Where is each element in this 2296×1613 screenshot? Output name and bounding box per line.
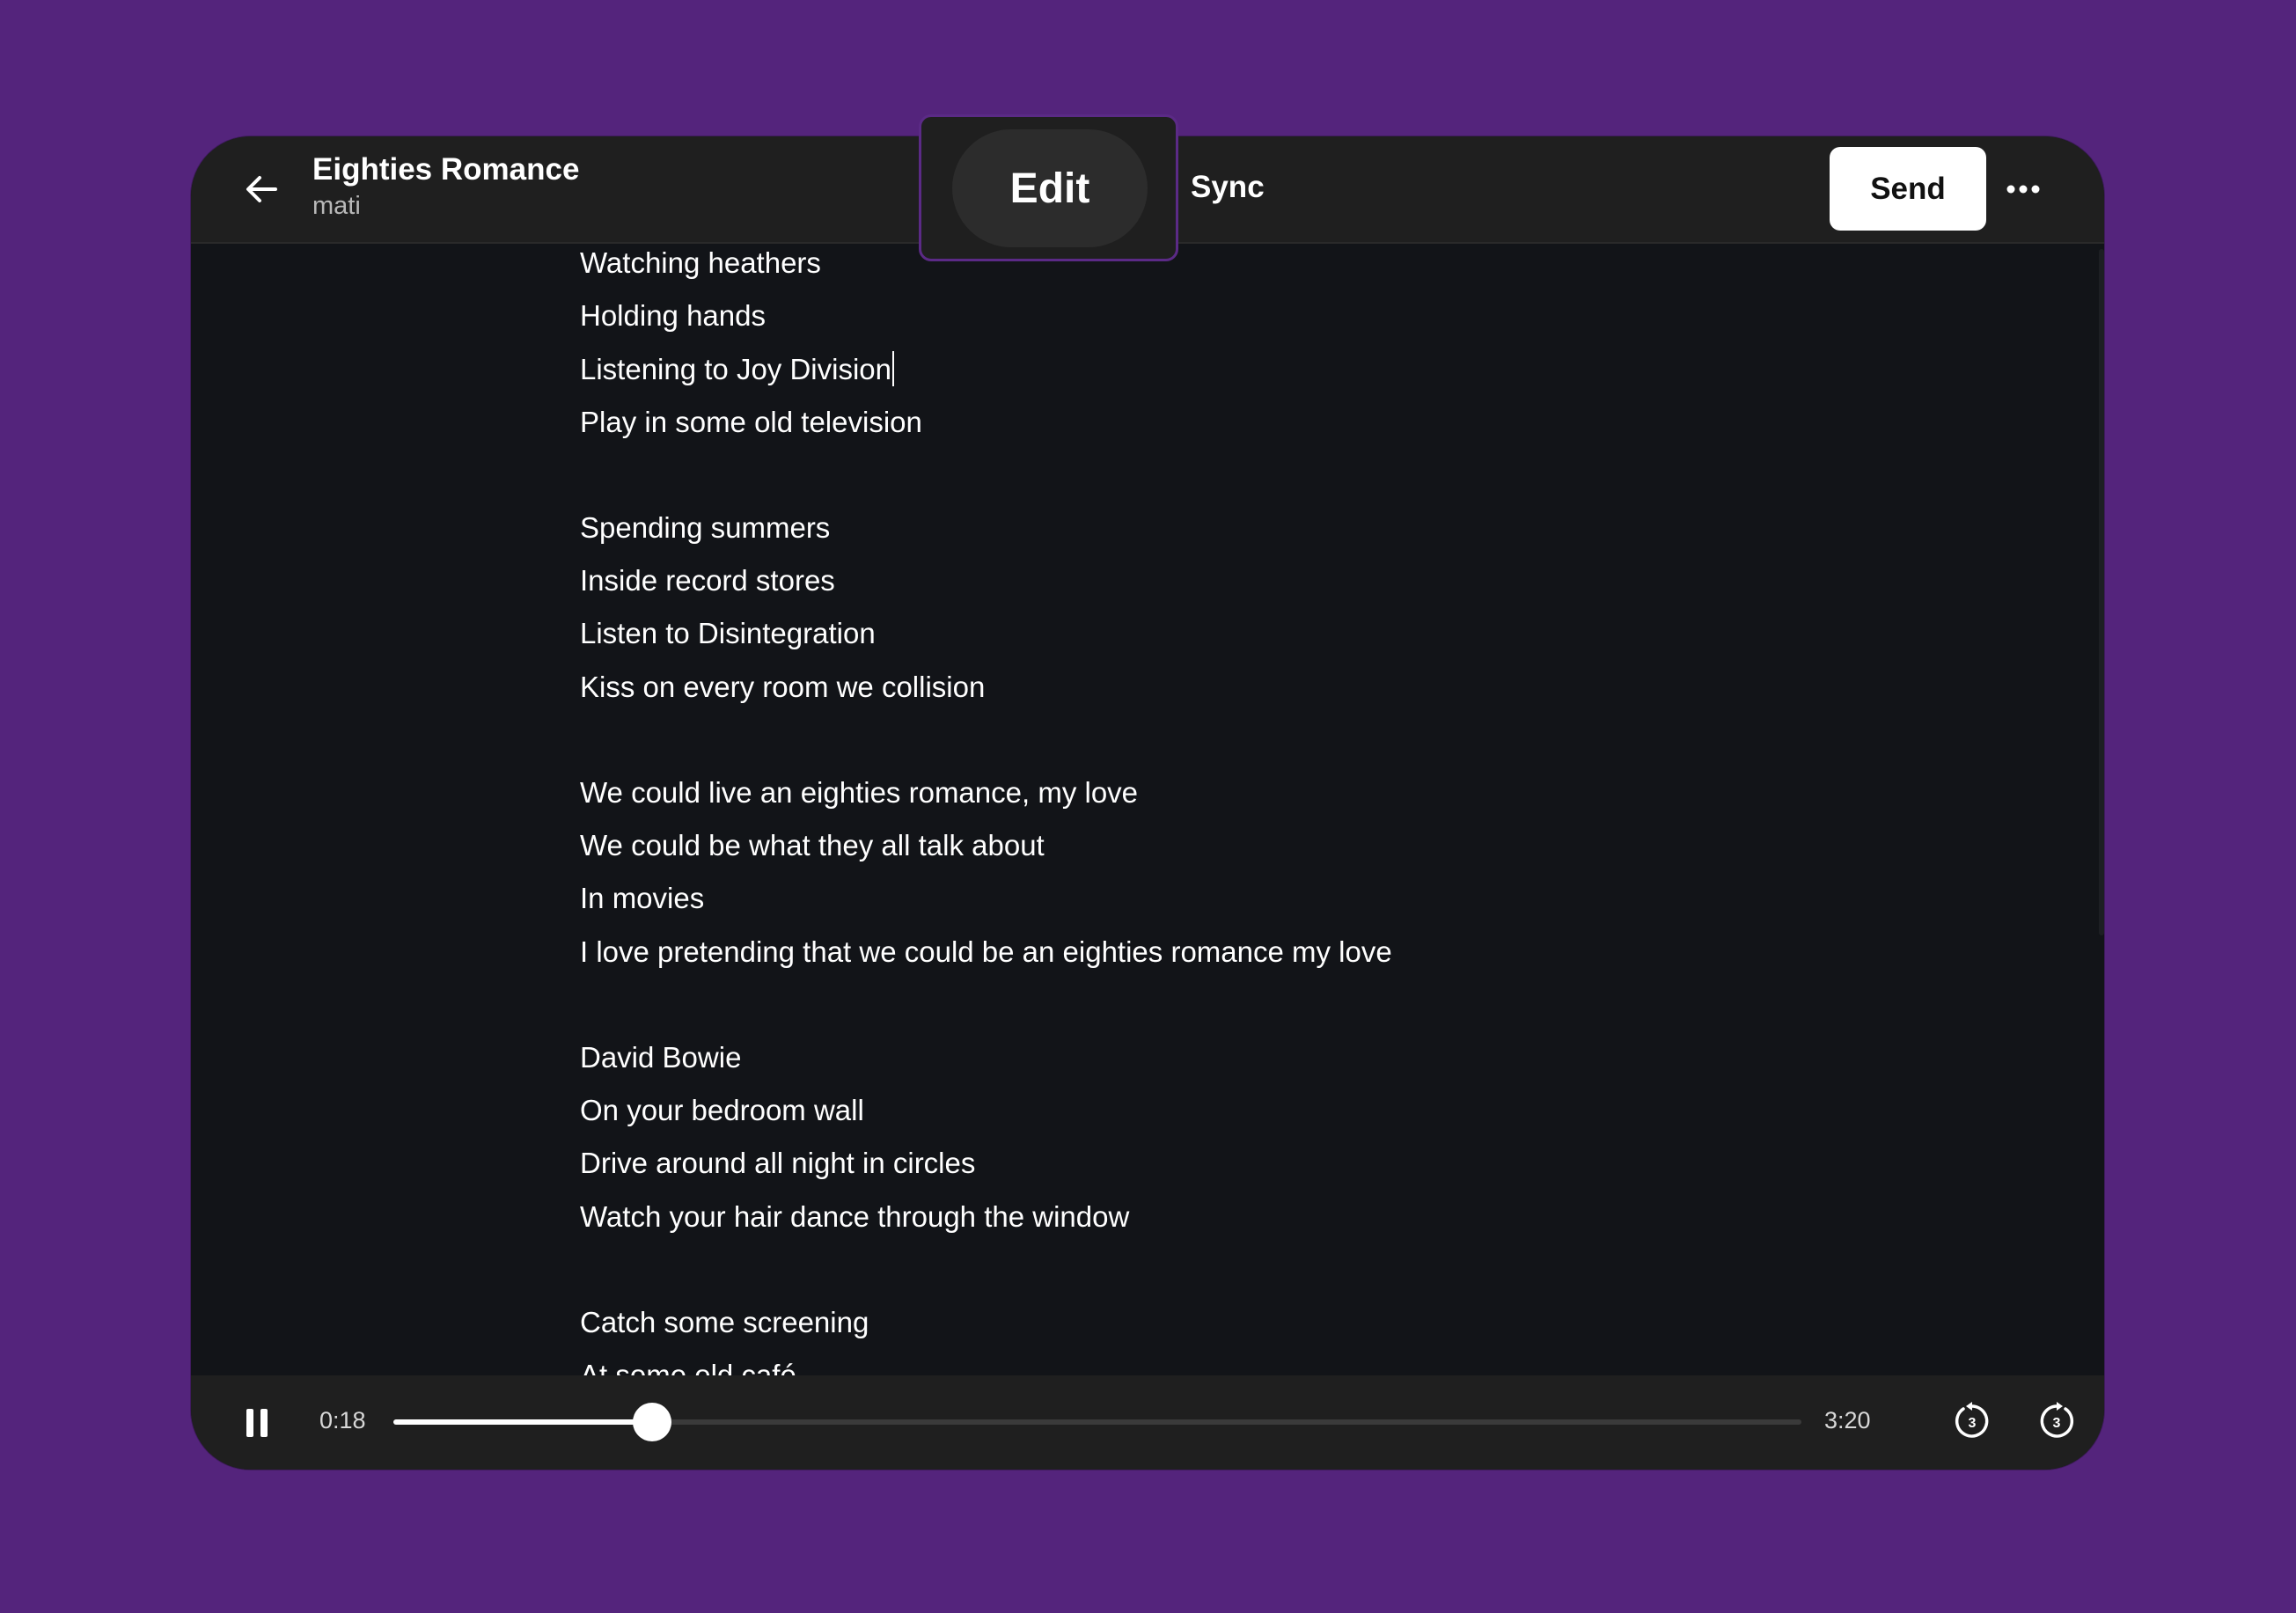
lyric-line[interactable]: On your bedroom wall — [580, 1093, 864, 1128]
lyric-text: We could be what they all talk about — [580, 829, 1045, 862]
lyric-line[interactable]: We could be what they all talk about — [580, 828, 1045, 863]
send-button[interactable]: Send — [1830, 147, 1986, 231]
lyric-text: Watch your hair dance through the window — [580, 1199, 1130, 1233]
rewind-3-seconds-icon: 3 — [1955, 1402, 1989, 1438]
lyric-text: On your bedroom wall — [580, 1094, 864, 1127]
back-button[interactable] — [233, 161, 290, 217]
audio-player: 0:18 3:20 3 3 — [191, 1375, 2104, 1470]
lyric-text: We could live an eighties romance, my lo… — [580, 776, 1139, 809]
forward-seconds-label: 3 — [2053, 1416, 2061, 1431]
lyric-text: In movies — [580, 882, 705, 915]
total-time: 3:20 — [1824, 1407, 1871, 1433]
progress-fill — [393, 1419, 652, 1425]
text-cursor — [892, 351, 895, 387]
current-time: 0:18 — [319, 1407, 366, 1433]
song-title: Eighties Romance — [312, 152, 580, 187]
lyric-line[interactable]: Play in some old television — [580, 405, 922, 440]
lyrics-editor[interactable]: Watching heathers Holding hands Listening … — [580, 244, 1988, 1470]
edit-tab-popup: Edit — [919, 114, 1178, 261]
lyric-line[interactable]: Listen to Disintegration — [580, 616, 876, 651]
tab-edit[interactable]: Edit — [952, 129, 1148, 247]
more-horizontal-icon — [2006, 185, 2040, 194]
lyric-line[interactable]: Watch your hair dance through the window — [580, 1199, 1129, 1235]
lyric-text: Catch some screening — [580, 1306, 869, 1338]
lyric-text: Watching heathers — [580, 246, 821, 279]
scrollbar[interactable] — [2099, 249, 2104, 935]
lyric-text: Drive around all night in circles — [580, 1147, 976, 1180]
lyric-line[interactable]: In movies — [580, 881, 704, 916]
lyric-line[interactable]: Spending summers — [580, 510, 830, 546]
lyric-line[interactable]: Watching heathers — [580, 246, 821, 281]
lyric-line[interactable]: Listening to Joy Division — [580, 351, 895, 387]
more-options-button[interactable] — [1997, 163, 2050, 216]
lyric-text: David Bowie — [580, 1041, 742, 1074]
artist-name: mati — [312, 192, 361, 220]
forward-button[interactable]: 3 — [2030, 1395, 2083, 1448]
arrow-left-icon — [246, 176, 277, 202]
lyric-text: Play in some old television — [580, 405, 922, 438]
lyric-line[interactable]: Catch some screening — [580, 1305, 869, 1340]
lyric-text: Spending summers — [580, 511, 831, 544]
rewind-button[interactable]: 3 — [1946, 1395, 1999, 1448]
lyric-text: Listening to Joy Division — [580, 353, 892, 386]
lyric-line[interactable]: Inside record stores — [580, 563, 835, 598]
lyric-line[interactable]: Drive around all night in circles — [580, 1146, 975, 1181]
lyric-text: Holding hands — [580, 299, 766, 333]
progress-thumb[interactable] — [633, 1403, 671, 1441]
lyric-line[interactable]: We could live an eighties romance, my lo… — [580, 775, 1138, 810]
rewind-seconds-label: 3 — [1969, 1416, 1977, 1431]
forward-3-seconds-icon: 3 — [2040, 1402, 2074, 1438]
lyric-text: Inside record stores — [580, 564, 835, 598]
lyric-line[interactable]: Holding hands — [580, 298, 766, 334]
tab-sync[interactable]: Sync — [1191, 170, 1265, 205]
pause-button[interactable] — [233, 1398, 282, 1448]
progress-slider[interactable] — [393, 1403, 1801, 1441]
lyric-text: Kiss on every room we collision — [580, 670, 986, 703]
lyric-text: Listen to Disintegration — [580, 617, 876, 650]
editor-window: Eighties Romance mati Sync Send Watching… — [191, 136, 2104, 1470]
lyric-line[interactable]: I love pretending that we could be an ei… — [580, 935, 1392, 970]
lyric-line[interactable]: Kiss on every room we collision — [580, 670, 985, 705]
lyric-line[interactable]: David Bowie — [580, 1040, 741, 1075]
lyric-text: I love pretending that we could be an ei… — [580, 935, 1392, 968]
pause-icon — [246, 1409, 268, 1437]
